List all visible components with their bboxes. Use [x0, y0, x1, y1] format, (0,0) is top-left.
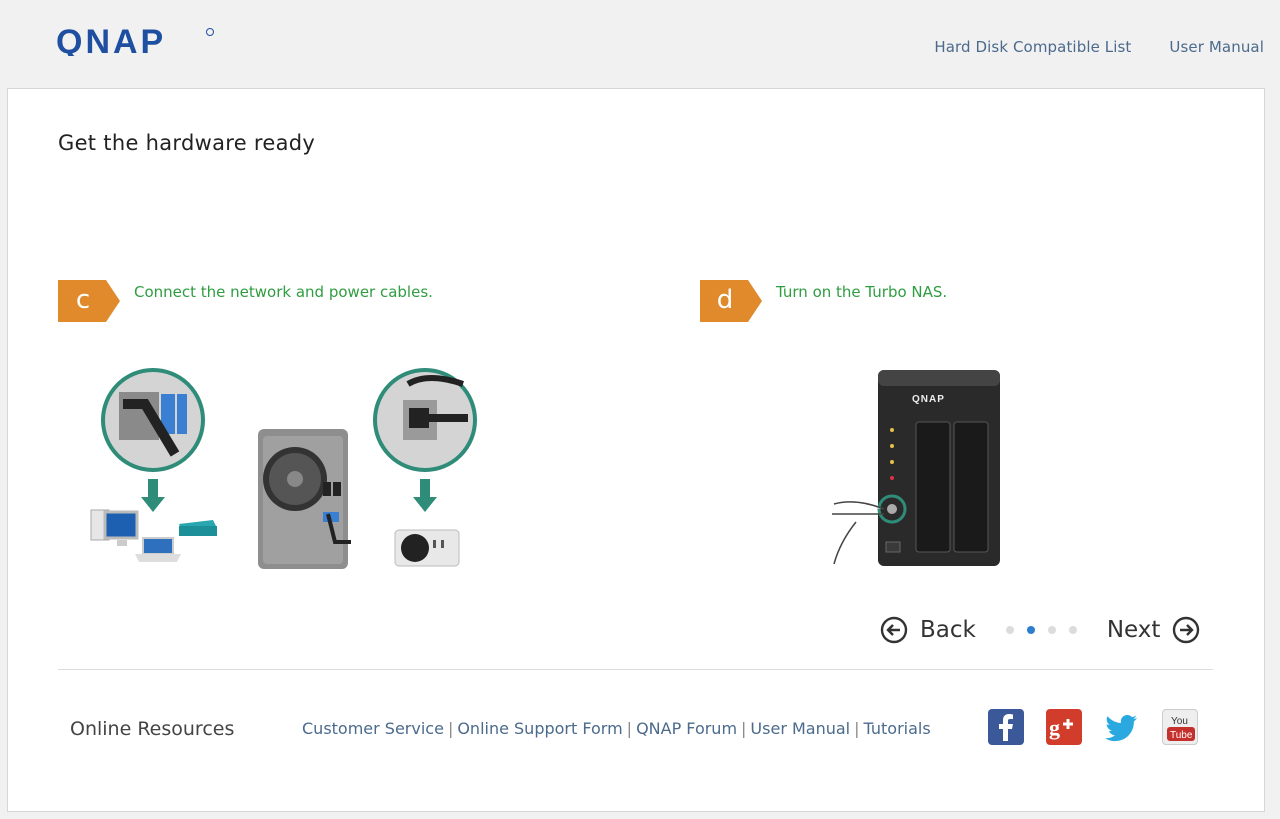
page-dot-3[interactable] — [1047, 626, 1056, 634]
svg-text:g: g — [1049, 715, 1060, 740]
online-support-form-link[interactable]: Online Support Form — [457, 719, 622, 738]
svg-text:Tube: Tube — [1170, 730, 1193, 741]
svg-text:You: You — [1171, 716, 1188, 727]
cable-connection-illustration — [83, 364, 483, 578]
customer-service-link[interactable]: Customer Service — [302, 719, 444, 738]
resource-links: Customer Service | Online Support Form | QNA… — [302, 719, 931, 738]
step-d-badge: d — [700, 280, 762, 322]
google-plus-icon[interactable]: g — [1046, 709, 1082, 745]
page-dot-2[interactable] — [1026, 626, 1035, 634]
arrow-left-circle-icon — [880, 616, 908, 644]
main-panel: Get the hardware ready c Connect the net… — [7, 88, 1265, 812]
user-manual-link[interactable]: User Manual — [1169, 38, 1264, 56]
step-d: d Turn on the Turbo NAS. — [700, 280, 947, 322]
back-button[interactable]: Back — [880, 616, 976, 644]
step-d-text: Turn on the Turbo NAS. — [776, 283, 948, 301]
facebook-icon[interactable] — [988, 709, 1024, 745]
hdd-compat-link[interactable]: Hard Disk Compatible List — [934, 38, 1131, 56]
page-dot-1[interactable] — [1005, 626, 1014, 634]
qnap-logo[interactable]: QNAP — [56, 23, 216, 61]
next-button[interactable]: Next — [1107, 616, 1201, 644]
power-on-illustration: QNAP — [826, 364, 1016, 578]
page-dots — [1005, 626, 1077, 634]
page-dot-4[interactable] — [1068, 626, 1077, 634]
qnap-forum-link[interactable]: QNAP Forum — [636, 719, 737, 738]
youtube-icon[interactable]: You Tube — [1162, 709, 1198, 745]
step-c-badge: c — [58, 280, 120, 322]
back-label: Back — [920, 617, 976, 643]
social-icons: g You Tube — [988, 709, 1198, 745]
footer-divider — [58, 669, 1213, 670]
wizard-navigation: Back Next — [880, 616, 1200, 644]
arrow-right-circle-icon — [1173, 616, 1200, 644]
logo-text: QNAP — [56, 26, 166, 56]
footer-user-manual-link[interactable]: User Manual — [750, 719, 850, 738]
svg-text:QNAP: QNAP — [912, 394, 945, 405]
next-label: Next — [1106, 617, 1161, 643]
top-bar: QNAP Hard Disk Compatible List User Manu… — [0, 0, 1280, 88]
top-links: Hard Disk Compatible List User Manual — [934, 38, 1264, 56]
step-c-text: Connect the network and power cables. — [134, 283, 433, 301]
page-title: Get the hardware ready — [58, 131, 316, 155]
tutorials-link[interactable]: Tutorials — [864, 719, 931, 738]
online-resources-title: Online Resources — [70, 718, 235, 740]
twitter-icon[interactable] — [1104, 709, 1140, 745]
step-c: c Connect the network and power cables. — [58, 280, 433, 322]
